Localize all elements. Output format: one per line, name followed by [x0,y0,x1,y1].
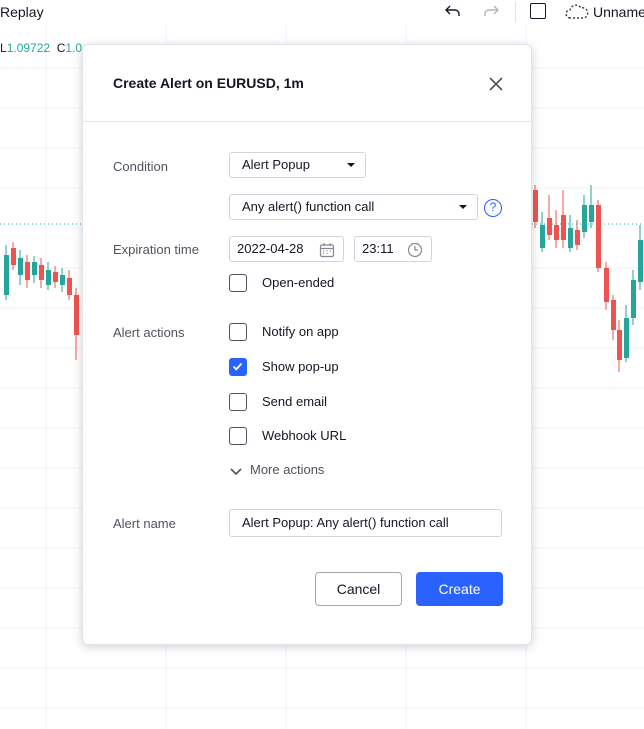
candle-body [32,262,37,275]
candle-body [74,295,79,335]
candle-body [589,205,594,222]
condition-label: Condition [113,159,168,174]
candle-body [596,205,601,268]
cloud-icon[interactable] [564,3,590,24]
candle-body [561,215,566,240]
close-value: 1.0 [65,41,83,55]
candle-body [60,275,65,285]
clock-icon[interactable] [407,242,423,266]
candle-body [39,265,44,280]
notify-on-app-label: Notify on app [262,324,339,339]
candle-body [4,255,9,295]
create-alert-dialog: Create Alert on EURUSD, 1m Condition Ale… [82,44,532,645]
expiration-time-value: 23:11 [362,241,394,256]
candle-body [67,278,72,295]
show-popup-label: Show pop-up [262,359,339,374]
candle-body [25,262,30,280]
calendar-icon[interactable] [319,242,335,266]
candle-body [554,225,559,240]
undo-icon[interactable] [444,2,462,25]
candle-body [533,190,538,222]
candle-body [617,330,622,360]
condition-source-value: Alert Popup [242,157,310,172]
fullscreen-icon[interactable] [530,3,546,19]
alert-name-value: Alert Popup: Any alert() function call [242,515,449,530]
expiration-time-input[interactable]: 23:11 [354,236,432,262]
low-prefix: L [0,41,7,55]
candle-body [53,272,58,282]
redo-icon[interactable] [482,2,500,25]
ohlc-legend: L1.09722 C1.0 [0,41,82,55]
header-divider [83,121,531,122]
candle-body [624,318,629,358]
webhook-url-label: Webhook URL [262,428,347,443]
condition-type-select[interactable]: Any alert() function call [229,194,478,220]
cancel-button[interactable]: Cancel [315,572,402,606]
alert-name-input[interactable]: Alert Popup: Any alert() function call [229,509,502,537]
chevron-down-icon [459,205,467,209]
replay-button[interactable]: Replay [0,4,44,20]
open-ended-label: Open-ended [262,275,335,290]
checkbox-box[interactable] [229,274,247,292]
candle-body [575,230,580,245]
expiration-label: Expiration time [113,242,199,257]
close-icon[interactable] [487,75,505,93]
alert-name-label: Alert name [113,516,176,531]
condition-source-select[interactable]: Alert Popup [229,152,366,178]
create-button[interactable]: Create [416,572,503,606]
layout-name[interactable]: Unnamed [593,4,644,20]
toolbar-divider [515,2,516,22]
candle-body [11,248,16,265]
candle-body [46,270,51,285]
candle-body [540,225,545,248]
candle-body [568,228,573,248]
top-toolbar: Replay Unnamed [0,0,644,26]
checkbox-box[interactable] [229,323,247,341]
candle-body [18,258,23,275]
chevron-down-icon [347,163,355,167]
expiration-date-value: 2022-04-28 [237,241,304,256]
help-icon[interactable]: ? [484,199,502,217]
candle-body [582,205,587,232]
send-email-label: Send email [262,394,328,409]
more-actions-label: More actions [250,462,325,477]
chevron-down-icon [229,465,243,480]
condition-type-value: Any alert() function call [242,199,375,214]
checkmark-icon [232,362,243,371]
candle-body [547,218,552,235]
alert-actions-label: Alert actions [113,325,185,340]
checkbox-box[interactable] [229,393,247,411]
low-value: 1.09722 [6,41,51,55]
candle-body [604,268,609,302]
candle-body [631,280,636,318]
expiration-date-input[interactable]: 2022-04-28 [229,236,344,262]
checkbox-box[interactable] [229,358,247,376]
checkbox-box[interactable] [229,427,247,445]
candle-body [638,240,643,282]
dialog-title: Create Alert on EURUSD, 1m [113,75,304,91]
candle-body [611,300,616,330]
